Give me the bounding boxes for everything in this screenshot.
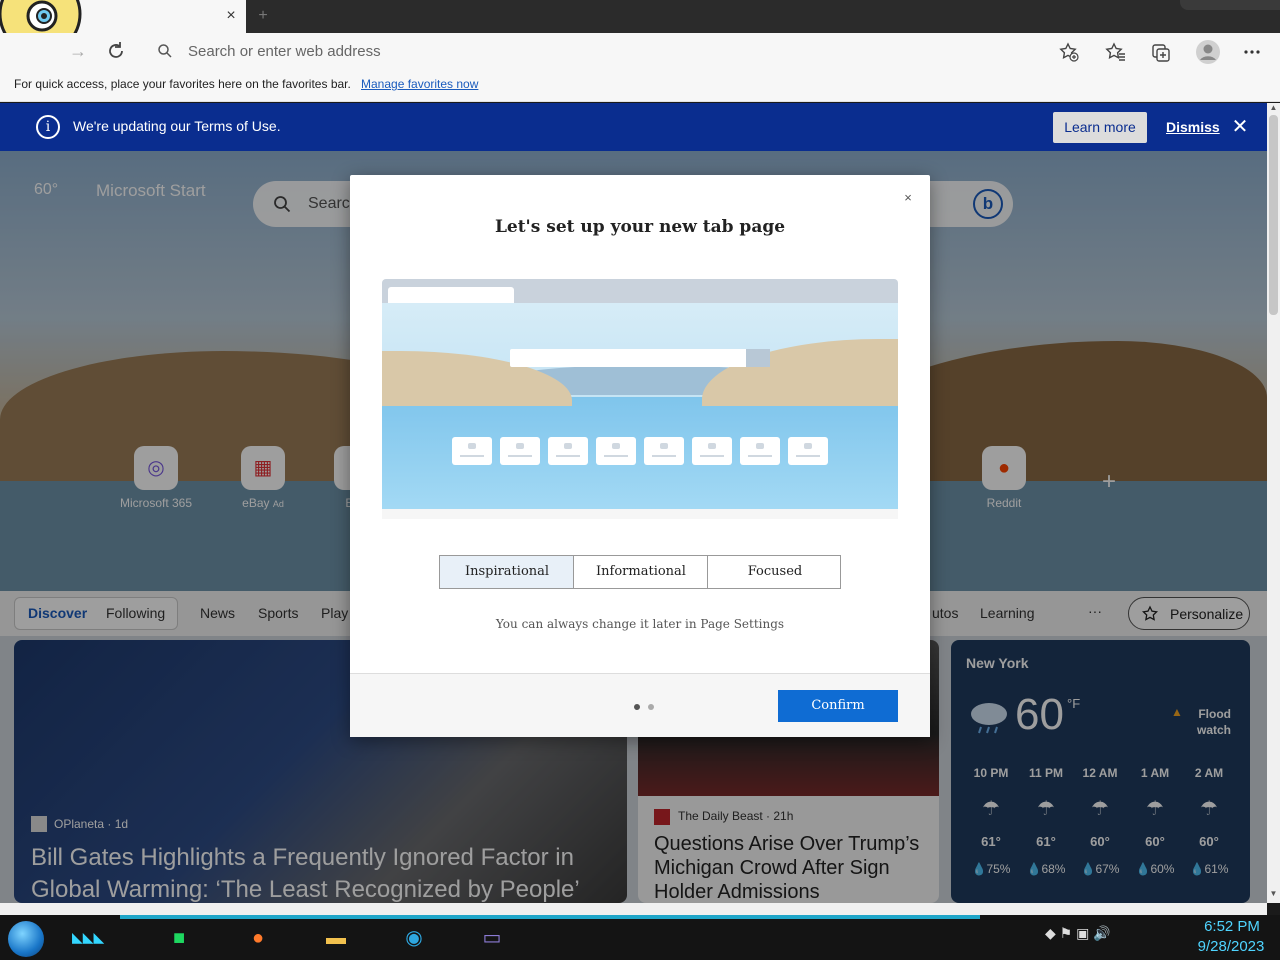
start-orb-button[interactable] [8,921,44,957]
option-inspirational[interactable]: Inspirational [440,556,574,588]
new-tab-button[interactable]: + [252,6,274,26]
settings-hint: You can always change it later in Page S… [495,617,785,631]
preview-search-button [746,349,770,367]
preview-search-box [510,349,770,367]
taskbar-accent-strip [120,915,980,919]
info-icon: i [36,115,60,139]
address-bar[interactable]: Search or enter web address [145,37,1100,66]
vertical-scrollbar[interactable]: ▲ ▼ [1267,103,1280,903]
browser-toolbar: → Search or enter web address [0,33,1280,70]
preview-tile [692,437,732,465]
preview-tile [548,437,588,465]
notification-text: We're updating our Terms of Use. [73,118,281,134]
preview-tile [644,437,684,465]
confirm-button[interactable]: Confirm [778,690,898,722]
preview-tile [452,437,492,465]
layout-preview-image [382,279,898,519]
horizontal-scrollbar[interactable] [0,903,1267,915]
more-options-icon[interactable] [1241,41,1263,63]
search-icon [158,44,172,58]
preview-tile [788,437,828,465]
step-indicator-active [634,704,640,710]
manage-favorites-link[interactable]: Manage favorites now [361,77,478,91]
profile-avatar-icon[interactable] [1195,39,1221,65]
close-icon[interactable]: ✕ [1230,117,1250,137]
file-explorer-icon[interactable]: ▬ [318,921,354,955]
favorites-bar: For quick access, place your favorites h… [0,70,1280,102]
firefox-icon[interactable]: ● [240,921,276,955]
spotify-icon[interactable]: ■ [161,921,197,955]
edge-icon[interactable]: ◉ [396,921,432,955]
clock-time[interactable]: 6:52 PM [1192,918,1272,935]
learn-more-button[interactable]: Learn more [1053,112,1147,143]
layout-selector: Inspirational Informational Focused [439,555,841,589]
preview-tile [740,437,780,465]
scroll-up-arrow[interactable]: ▲ [1269,103,1278,113]
window-controls [1180,0,1280,10]
add-favorite-icon[interactable] [1058,41,1080,63]
refresh-icon[interactable] [104,39,128,63]
preview-tile [596,437,636,465]
forward-icon[interactable]: → [66,39,90,63]
dismiss-link[interactable]: Dismiss [1166,119,1220,135]
scroll-down-arrow[interactable]: ▼ [1269,889,1278,899]
taskbar: ◣◣◣ ■ ● ▬ ◉ ▭ ◆ ⚑ ▣ 🔊 6:52 PM 9/28/2023 [0,915,1280,960]
collections-icon[interactable] [1150,41,1172,63]
clock-date[interactable]: 9/28/2023 [1188,938,1274,955]
preview-tile [500,437,540,465]
address-placeholder: Search or enter web address [188,43,381,60]
system-tray[interactable]: ◆ ⚑ ▣ 🔊 [1045,925,1111,942]
preview-browser-frame [382,279,898,303]
dialog-close-button[interactable]: × [898,189,918,207]
tab-strip: × + [0,0,1280,33]
option-focused[interactable]: Focused [708,556,842,588]
option-informational[interactable]: Informational [574,556,708,588]
window-app-icon[interactable]: ▭ [474,921,510,955]
favorites-icon[interactable] [1105,41,1127,63]
dialog-title: Let's set up your new tab page [494,217,786,237]
preview-tab [388,287,514,303]
favorites-bar-hint: For quick access, place your favorites h… [14,77,351,91]
taskbar-decoration: ◣◣◣ [72,929,105,945]
preview-fade [382,509,898,519]
scrollbar-thumb[interactable] [1269,115,1278,315]
tab-close-button[interactable]: × [221,6,241,26]
terms-notification-bar: i We're updating our Terms of Use. Learn… [0,103,1267,151]
step-indicator [648,704,654,710]
setup-new-tab-dialog: × Let's set up your new tab page Inspira… [350,175,930,737]
dialog-footer: Confirm [350,673,930,737]
